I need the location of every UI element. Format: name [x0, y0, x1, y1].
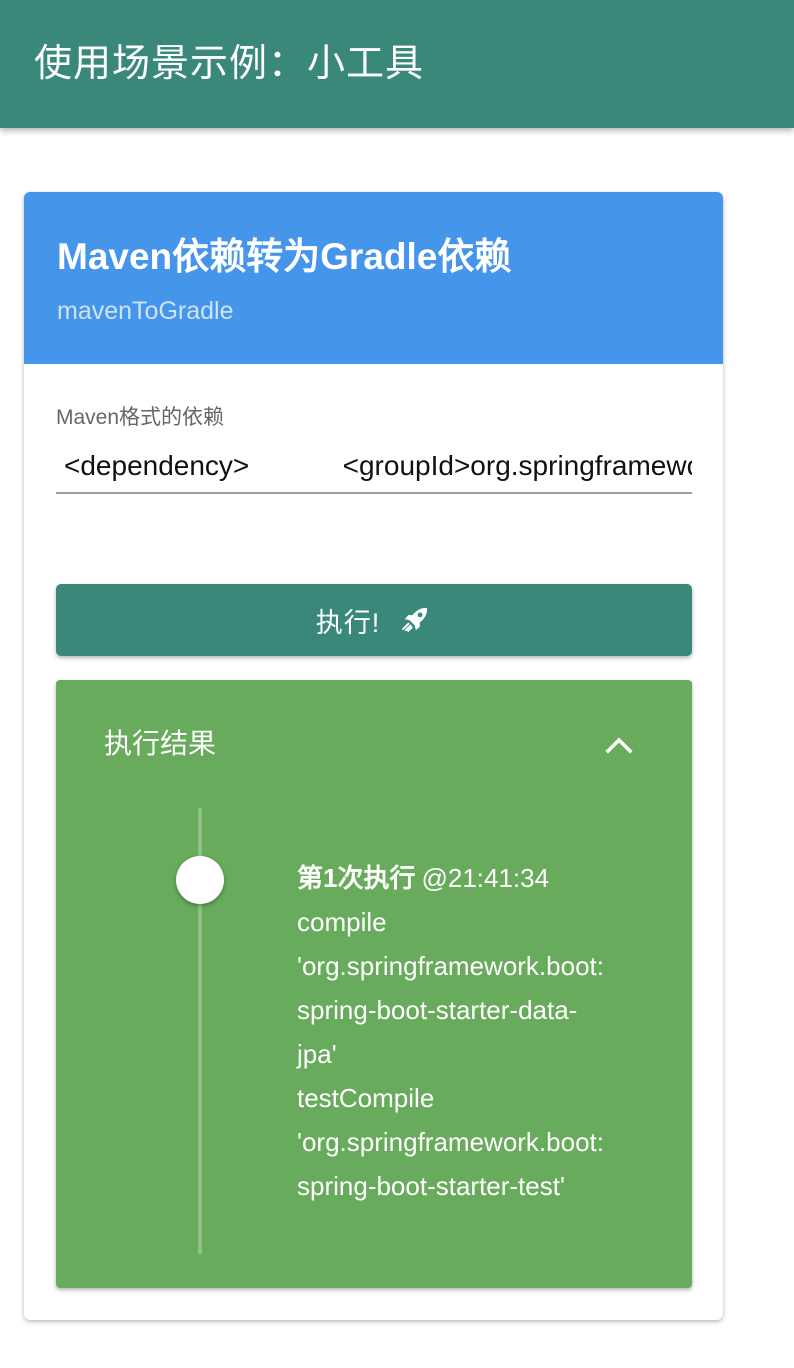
maven-input-label: Maven格式的依赖	[56, 406, 225, 429]
timeline-entry: 第1次执行 @21:41:34 compile 'org.springframew…	[297, 856, 657, 1208]
entry-line: testCompile	[297, 1083, 435, 1113]
entry-line: 'org.springframework.boot:	[297, 951, 604, 981]
result-panel-header[interactable]: 执行结果	[56, 680, 692, 808]
entry-line: jpa'	[297, 1039, 337, 1069]
maven-input[interactable]	[56, 437, 692, 491]
result-panel: 执行结果 第1次执行 @21:41:34 compile 'org.springf…	[56, 680, 692, 1288]
tool-card: Maven依赖转为Gradle依赖 mavenToGradle Maven格式的…	[24, 192, 723, 1320]
card-title: Maven依赖转为Gradle依赖	[57, 236, 512, 277]
entry-line: spring-boot-starter-test'	[297, 1171, 565, 1201]
app-bar: 使用场景示例：小工具	[0, 0, 794, 128]
run-button-label: 执行!	[315, 607, 381, 638]
rocket-icon	[398, 603, 432, 637]
entry-run-label: 第1次执行	[297, 863, 416, 893]
card-subtitle: mavenToGradle	[57, 297, 234, 325]
entry-line: compile	[297, 907, 387, 937]
card-header: Maven依赖转为Gradle依赖 mavenToGradle	[24, 192, 723, 364]
app-bar-title: 使用场景示例：小工具	[34, 43, 425, 85]
run-button[interactable]: 执行!	[56, 584, 692, 656]
entry-heading: 第1次执行 @21:41:34	[297, 856, 657, 900]
maven-input-field	[56, 437, 692, 494]
entry-line: 'org.springframework.boot:	[297, 1127, 604, 1157]
timeline-dot	[176, 856, 224, 904]
entry-timestamp: @21:41:34	[421, 863, 550, 893]
chevron-up-icon[interactable]	[604, 730, 634, 760]
result-title: 执行结果	[104, 728, 217, 759]
entry-line: spring-boot-starter-data-	[297, 995, 578, 1025]
